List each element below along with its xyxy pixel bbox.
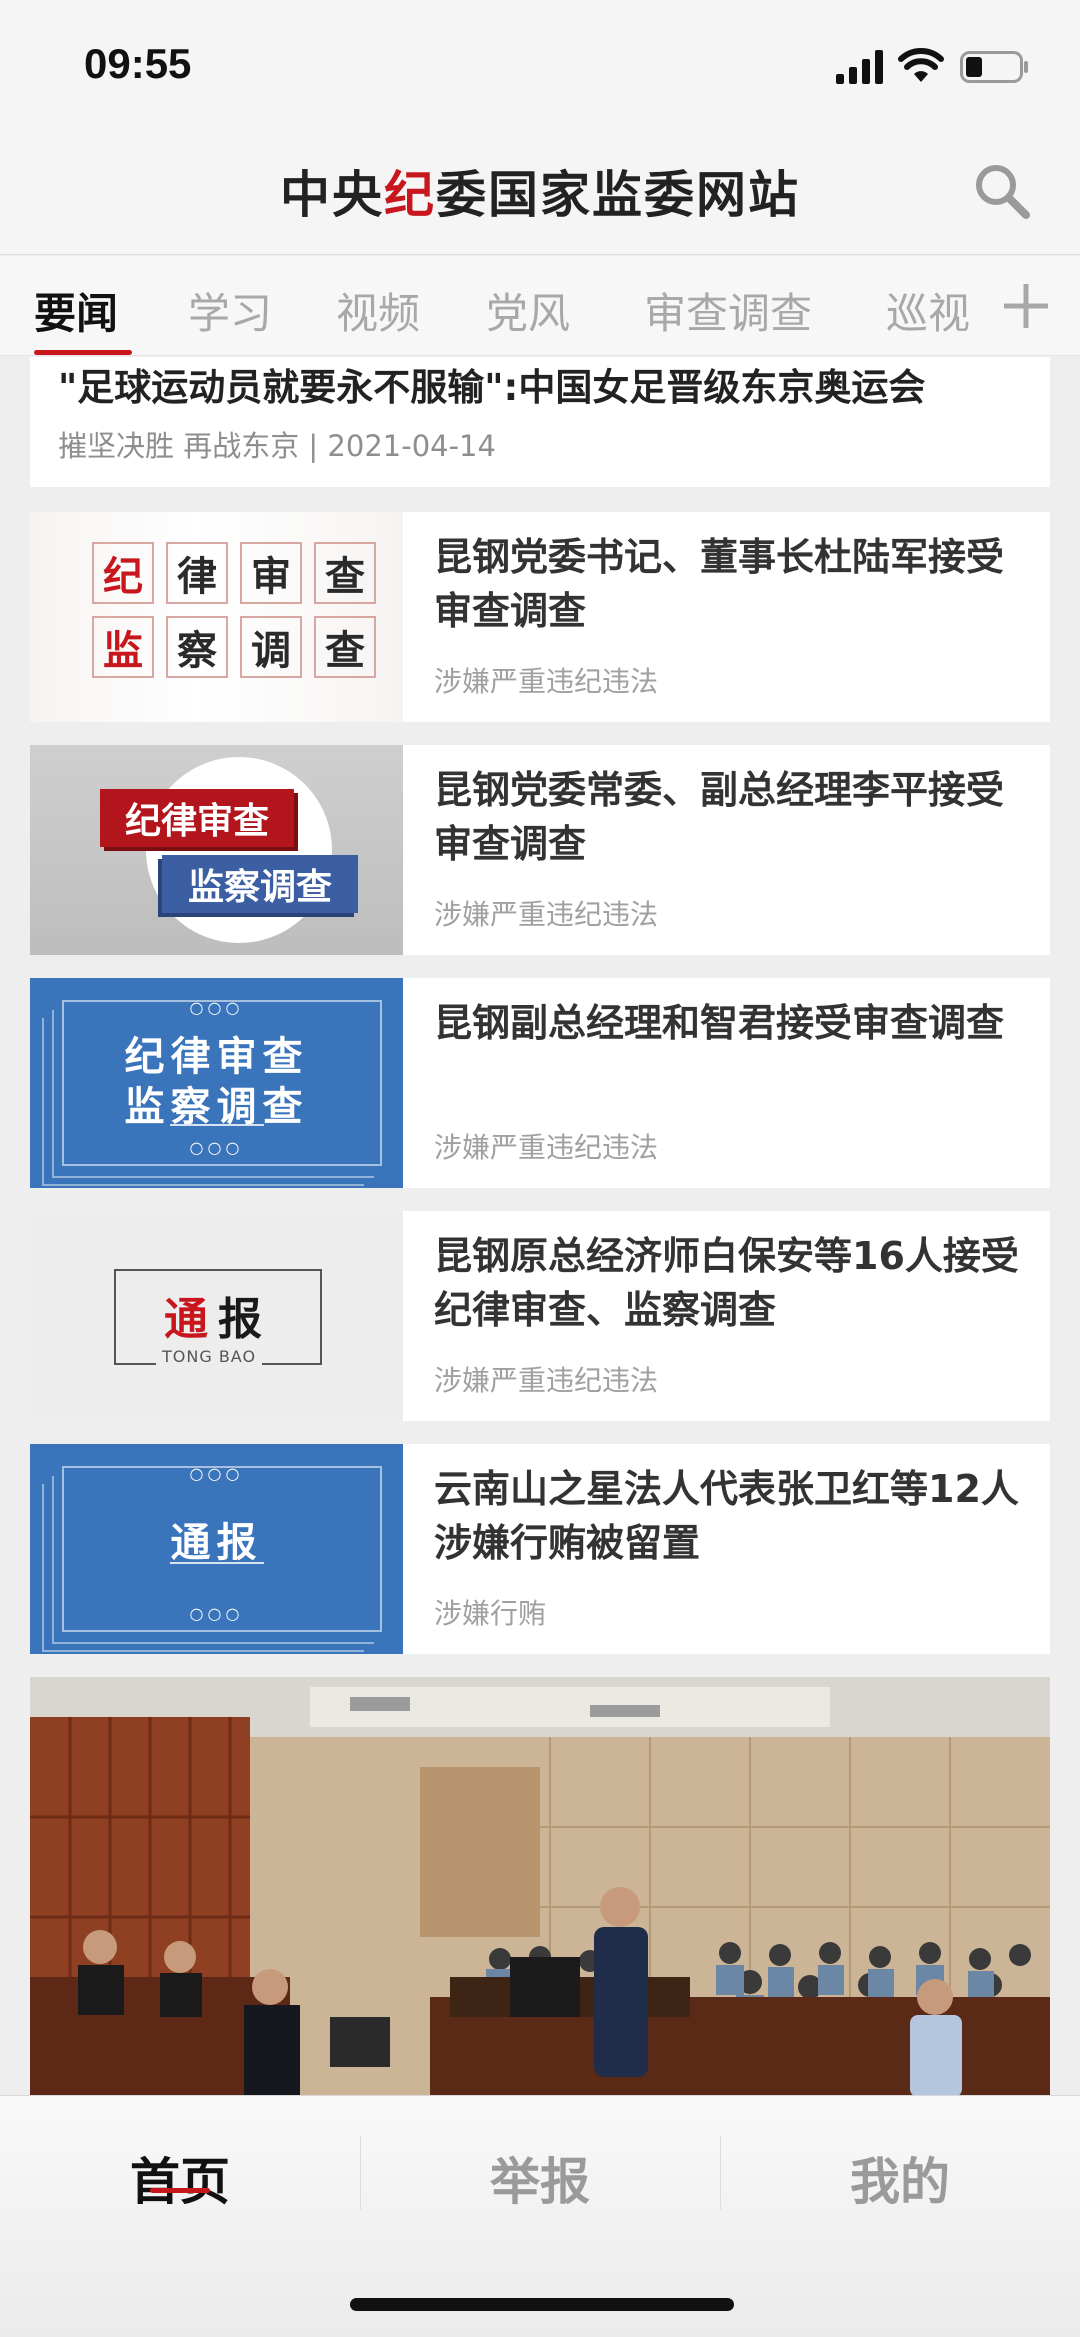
news-tag: 涉嫌严重违纪违法 [434, 1364, 659, 1397]
tab-review-investigation[interactable]: 审查调查 [644, 280, 812, 341]
battery-icon [960, 51, 1028, 83]
news-title: 昆钢党委常委、副总经理李平接受审查调查 [434, 768, 1005, 866]
news-title: 昆钢党委书记、董事长杜陆军接受审查调查 [434, 535, 1005, 633]
news-thumbnail: 纪 律 审 查 监 察 调 查 [30, 512, 403, 722]
news-thumbnail: 纪律审查 监察调查 [30, 745, 403, 955]
news-item[interactable]: 通报 TONG BAO 昆钢原总经济师白保安等16人接受纪律审查、监察调查 涉嫌… [30, 1211, 1050, 1421]
category-tab-bar: 要闻 学习 视频 党风 审查调查 巡视 [0, 256, 1080, 356]
thumb-word-red: 通 [164, 1294, 218, 1345]
news-tag: 涉嫌严重违纪违法 [434, 665, 659, 698]
news-tag: 涉嫌行贿 [434, 1597, 547, 1630]
news-meta: 摧坚决胜 再战东京 | 2021-04-14 [58, 429, 496, 463]
news-item[interactable]: 纪 律 审 查 监 察 调 查 昆钢党委书记、董事长杜陆军接受审查调查 涉嫌严重… [30, 512, 1050, 722]
thumb-ribbon-red: 纪律审查 [100, 789, 294, 847]
nav-mine[interactable]: 我的 [720, 2142, 1080, 2214]
tab-party-style[interactable]: 党风 [486, 280, 570, 341]
news-title: "足球运动员就要永不服输":中国女足晋级东京奥运会 [58, 366, 926, 409]
thumb-dots: ○○○ [189, 1464, 244, 1483]
home-indicator[interactable] [350, 2298, 734, 2311]
news-photo[interactable] [30, 1677, 1050, 2097]
news-thumbnail: ○○○ 纪律审查 监察调查 ○○○ [30, 978, 403, 1188]
thumb-char: 律 [166, 542, 228, 604]
thumb-rule [170, 1124, 264, 1126]
site-title-accent: 纪 [384, 165, 436, 224]
thumb-dots: ○○○ [189, 1604, 244, 1623]
wifi-icon [898, 48, 944, 82]
thumb-char: 纪 [92, 542, 154, 604]
news-item[interactable]: ○○○ 通报 ○○○ 云南山之星法人代表张卫红等12人涉嫌行贿被留置 涉嫌行贿 [30, 1444, 1050, 1654]
tab-headlines[interactable]: 要闻 [34, 280, 118, 341]
thumb-char: 监 [92, 616, 154, 678]
news-thumbnail: 通报 TONG BAO [30, 1211, 403, 1421]
thumb-disc [146, 757, 332, 943]
site-title-part1: 中央 [280, 165, 384, 224]
thumb-char: 审 [240, 542, 302, 604]
tab-study[interactable]: 学习 [188, 280, 272, 341]
site-title-part2: 委国家监委网站 [436, 165, 800, 224]
signal-icon [836, 50, 883, 84]
active-tab-indicator [34, 350, 132, 355]
tab-video[interactable]: 视频 [336, 280, 420, 341]
thumb-char: 查 [314, 542, 376, 604]
thumb-subtitle: TONG BAO [156, 1347, 263, 1366]
thumb-dots: ○○○ [189, 1138, 244, 1157]
news-thumbnail: ○○○ 通报 ○○○ [30, 1444, 403, 1654]
news-item[interactable]: 纪律审查 监察调查 昆钢党委常委、副总经理李平接受审查调查 涉嫌严重违纪违法 [30, 745, 1050, 955]
search-icon[interactable] [972, 161, 1032, 221]
news-tag: 涉嫌严重违纪违法 [434, 898, 659, 931]
app-header: 中央纪委国家监委网站 [0, 135, 1080, 255]
add-tab-icon[interactable] [1000, 280, 1052, 332]
status-bar: 09:55 [0, 0, 1080, 135]
thumb-char: 察 [166, 616, 228, 678]
thumb-dots: ○○○ [189, 998, 244, 1017]
news-title: 昆钢原总经济师白保安等16人接受纪律审查、监察调查 [434, 1234, 1019, 1332]
thumb-ribbon-blue: 监察调查 [162, 855, 358, 913]
thumb-rule [170, 1562, 264, 1564]
nav-report[interactable]: 举报 [360, 2142, 720, 2214]
thumb-line1: 通报 [170, 1520, 263, 1566]
news-title: 昆钢副总经理和智君接受审查调查 [434, 1001, 1005, 1045]
thumb-char: 调 [240, 616, 302, 678]
news-item[interactable]: ○○○ 纪律审查 监察调查 ○○○ 昆钢副总经理和智君接受审查调查 涉嫌严重违纪… [30, 978, 1050, 1188]
tab-inspection[interactable]: 巡视 [886, 280, 970, 341]
thumb-word-dark: 报 [218, 1294, 272, 1345]
site-title: 中央纪委国家监委网站 [0, 155, 1080, 227]
thumb-char: 查 [314, 616, 376, 678]
nav-home[interactable]: 首页 [0, 2142, 360, 2214]
courtroom-image [30, 1677, 1050, 2097]
status-time: 09:55 [84, 40, 192, 87]
news-tag: 涉嫌严重违纪违法 [434, 1131, 659, 1164]
news-title: 云南山之星法人代表张卫红等12人涉嫌行贿被留置 [434, 1467, 1019, 1565]
news-item[interactable]: "足球运动员就要永不服输":中国女足晋级东京奥运会 摧坚决胜 再战东京 | 20… [30, 357, 1050, 487]
active-nav-indicator [150, 2188, 210, 2193]
